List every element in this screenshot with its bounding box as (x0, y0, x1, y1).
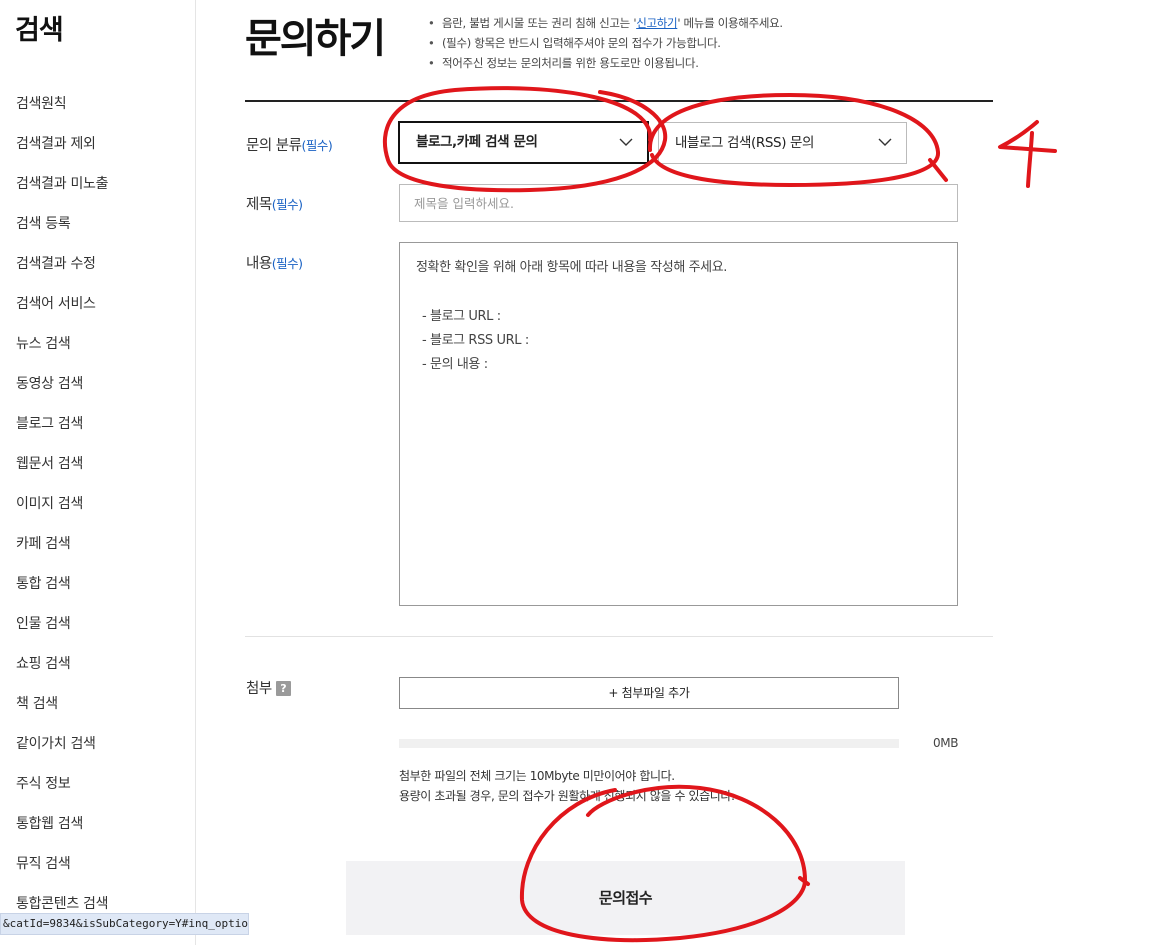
sidebar-item[interactable]: 검색결과 제외 (16, 132, 108, 172)
attachment-label: 첨부? (246, 677, 291, 698)
sidebar: 검색 검색원칙 검색결과 제외 검색결과 미노출 검색 등록 검색결과 수정 검… (0, 0, 196, 945)
sidebar-item[interactable]: 뉴스 검색 (16, 332, 108, 372)
attachment-note-line: 용량이 초과될 경우, 문의 접수가 원활하게 진행되지 않을 수 있습니다. (399, 789, 735, 803)
submit-button[interactable]: 문의접수 (346, 861, 905, 935)
attachment-note-line: 첨부한 파일의 전체 크기는 10Mbyte 미만이어야 합니다. (399, 769, 675, 783)
header-divider (245, 100, 993, 102)
content-template-line: - 문의 내용 : (422, 357, 488, 372)
notice-list: 음란, 불법 게시물 또는 권리 침해 신고는 '신고하기' 메뉴를 이용해주세… (428, 14, 783, 74)
sidebar-item[interactable]: 카페 검색 (16, 532, 108, 572)
sidebar-item[interactable]: 블로그 검색 (16, 412, 108, 452)
category-select-primary[interactable]: 블로그,카페 검색 문의 (398, 121, 649, 164)
category-select-primary-value: 블로그,카페 검색 문의 (416, 134, 538, 150)
attachment-size-bar (399, 739, 899, 748)
content-label: 내용(필수) (246, 252, 303, 273)
add-attachment-button[interactable]: + 첨부파일 추가 (399, 677, 899, 709)
sidebar-item[interactable]: 검색어 서비스 (16, 292, 108, 332)
sidebar-item[interactable]: 검색결과 수정 (16, 252, 108, 292)
required-mark: (필수) (271, 256, 303, 271)
sidebar-item[interactable]: 검색 등록 (16, 212, 108, 252)
category-select-secondary-value: 내블로그 검색(RSS) 문의 (675, 135, 814, 151)
sidebar-item[interactable]: 인물 검색 (16, 612, 108, 652)
notice-text: 음란, 불법 게시물 또는 권리 침해 신고는 ' (442, 16, 637, 30)
sidebar-item[interactable]: 통합웹 검색 (16, 812, 108, 852)
required-mark: (필수) (271, 197, 303, 212)
subject-input[interactable] (399, 184, 958, 222)
notice-required: (필수) 항목은 반드시 입력해주셔야 문의 접수가 가능합니다. (428, 34, 783, 54)
help-icon[interactable]: ? (275, 681, 291, 696)
sidebar-nav: 검색원칙 검색결과 제외 검색결과 미노출 검색 등록 검색결과 수정 검색어 … (16, 92, 109, 932)
sidebar-item[interactable]: 통합 검색 (16, 572, 108, 612)
category-select-secondary[interactable]: 내블로그 검색(RSS) 문의 (658, 122, 907, 164)
sidebar-item[interactable]: 뮤직 검색 (16, 852, 108, 892)
subject-label: 제목(필수) (246, 193, 303, 214)
content-template-line: - 블로그 URL : (422, 309, 501, 324)
sidebar-title: 검색 (15, 15, 64, 46)
sidebar-item[interactable]: 같이가치 검색 (16, 732, 108, 772)
report-link[interactable]: 신고하기 (636, 16, 677, 30)
attachment-size-text: 0MB (933, 736, 959, 750)
notice-privacy: 적어주신 정보는 문의처리를 위한 용도로만 이용됩니다. (428, 54, 783, 74)
status-bar-url: &catId=9834&isSubCategory=Y#inq_optio... (0, 913, 249, 935)
chevron-down-icon (878, 138, 892, 146)
content-textarea[interactable]: 정확한 확인을 위해 아래 항목에 따라 내용을 작성해 주세요. - 블로그 … (399, 242, 958, 606)
sidebar-item[interactable]: 동영상 검색 (16, 372, 108, 412)
subject-label-text: 제목 (246, 197, 272, 213)
sidebar-item[interactable]: 이미지 검색 (16, 492, 108, 532)
attachment-note: 첨부한 파일의 전체 크기는 10Mbyte 미만이어야 합니다. 용량이 초과… (399, 766, 735, 806)
sidebar-item[interactable]: 쇼핑 검색 (16, 652, 108, 692)
category-label-text: 문의 분류 (246, 138, 302, 154)
required-mark: (필수) (301, 138, 333, 153)
content-label-text: 내용 (246, 256, 272, 272)
annotation-number-4 (998, 120, 1057, 188)
content-intro: 정확한 확인을 위해 아래 항목에 따라 내용을 작성해 주세요. (416, 260, 728, 275)
sidebar-item[interactable]: 웹문서 검색 (16, 452, 108, 492)
sidebar-item[interactable]: 검색결과 미노출 (16, 172, 109, 212)
notice-report: 음란, 불법 게시물 또는 권리 침해 신고는 '신고하기' 메뉴를 이용해주세… (428, 14, 783, 34)
section-divider (245, 636, 993, 637)
page-title: 문의하기 (245, 16, 386, 62)
category-label: 문의 분류(필수) (246, 134, 333, 155)
content-template-line: - 블로그 RSS URL : (422, 333, 529, 348)
chevron-down-icon (619, 138, 633, 146)
sidebar-item[interactable]: 주식 정보 (16, 772, 108, 812)
notice-text: ' 메뉴를 이용해주세요. (677, 16, 783, 30)
attachment-label-text: 첨부 (246, 681, 272, 697)
sidebar-item[interactable]: 검색원칙 (16, 92, 108, 132)
sidebar-item[interactable]: 책 검색 (16, 692, 108, 732)
